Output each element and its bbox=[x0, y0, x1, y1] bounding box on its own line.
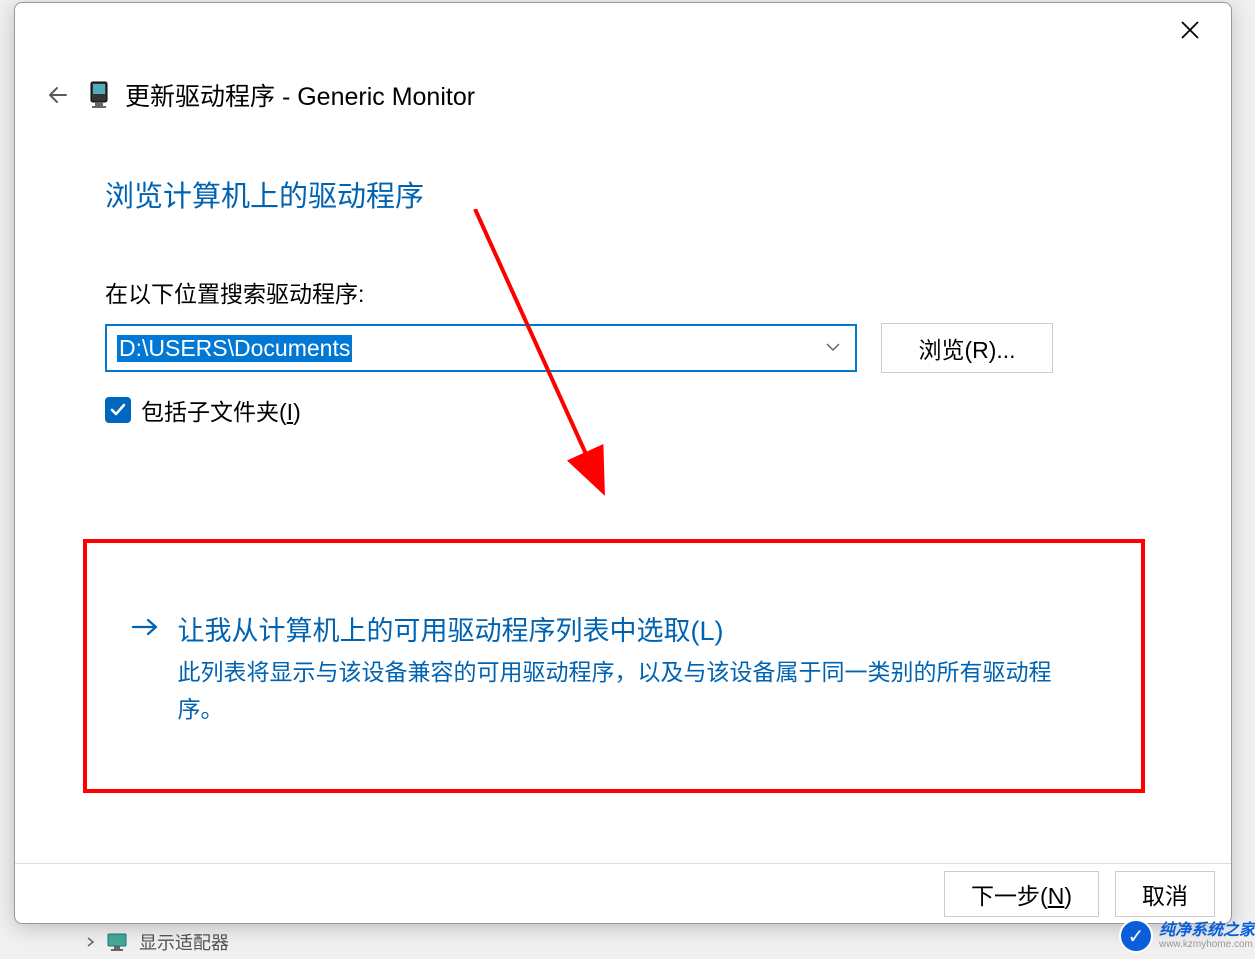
watermark-text: 纯净系统之家 www.kzmyhome.com bbox=[1159, 922, 1255, 951]
monitor-device-icon bbox=[87, 80, 111, 110]
back-arrow-icon bbox=[46, 83, 70, 107]
tree-item-label: 显示适配器 bbox=[139, 929, 229, 955]
back-button[interactable] bbox=[43, 80, 73, 110]
dialog-title: 更新驱动程序 - Generic Monitor bbox=[125, 77, 475, 113]
device-tree-item-background: 显示适配器 bbox=[85, 929, 229, 955]
arrow-right-icon bbox=[131, 617, 159, 642]
include-subfolders-row: 包括子文件夹(I) bbox=[105, 393, 301, 427]
path-combobox[interactable]: D:\USERS\Documents bbox=[105, 324, 857, 372]
path-row: D:\USERS\Documents 浏览(R)... bbox=[105, 323, 1053, 373]
option-title: 让我从计算机上的可用驱动程序列表中选取(L) bbox=[177, 609, 1077, 648]
path-value: D:\USERS\Documents bbox=[117, 335, 352, 362]
close-button[interactable] bbox=[1175, 15, 1205, 45]
close-icon bbox=[1180, 20, 1200, 40]
next-button[interactable]: 下一步(N) bbox=[944, 871, 1099, 917]
update-driver-dialog: 更新驱动程序 - Generic Monitor 浏览计算机上的驱动程序 在以下… bbox=[14, 2, 1232, 924]
chevron-down-icon bbox=[825, 339, 841, 357]
include-subfolders-label: 包括子文件夹(I) bbox=[141, 393, 301, 427]
watermark-logo-icon: ✓ bbox=[1119, 919, 1153, 953]
browse-button[interactable]: 浏览(R)... bbox=[881, 323, 1053, 373]
watermark-title: 纯净系统之家 bbox=[1159, 922, 1255, 940]
section-title: 浏览计算机上的驱动程序 bbox=[105, 173, 424, 215]
button-bar: 下一步(N) 取消 bbox=[15, 863, 1231, 923]
watermark: ✓ 纯净系统之家 www.kzmyhome.com bbox=[1119, 919, 1255, 953]
search-location-label: 在以下位置搜索驱动程序: bbox=[105, 275, 364, 309]
dialog-header: 更新驱动程序 - Generic Monitor bbox=[43, 77, 475, 113]
option-description: 此列表将显示与该设备兼容的可用驱动程序，以及与该设备属于同一类别的所有驱动程序。 bbox=[177, 654, 1077, 728]
checkmark-icon bbox=[109, 401, 127, 419]
option-content: 让我从计算机上的可用驱动程序列表中选取(L) 此列表将显示与该设备兼容的可用驱动… bbox=[177, 609, 1077, 728]
watermark-url: www.kzmyhome.com bbox=[1159, 939, 1255, 950]
pick-from-list-option[interactable]: 让我从计算机上的可用驱动程序列表中选取(L) 此列表将显示与该设备兼容的可用驱动… bbox=[83, 539, 1145, 793]
include-subfolders-checkbox[interactable] bbox=[105, 397, 131, 423]
cancel-button[interactable]: 取消 bbox=[1115, 871, 1215, 917]
